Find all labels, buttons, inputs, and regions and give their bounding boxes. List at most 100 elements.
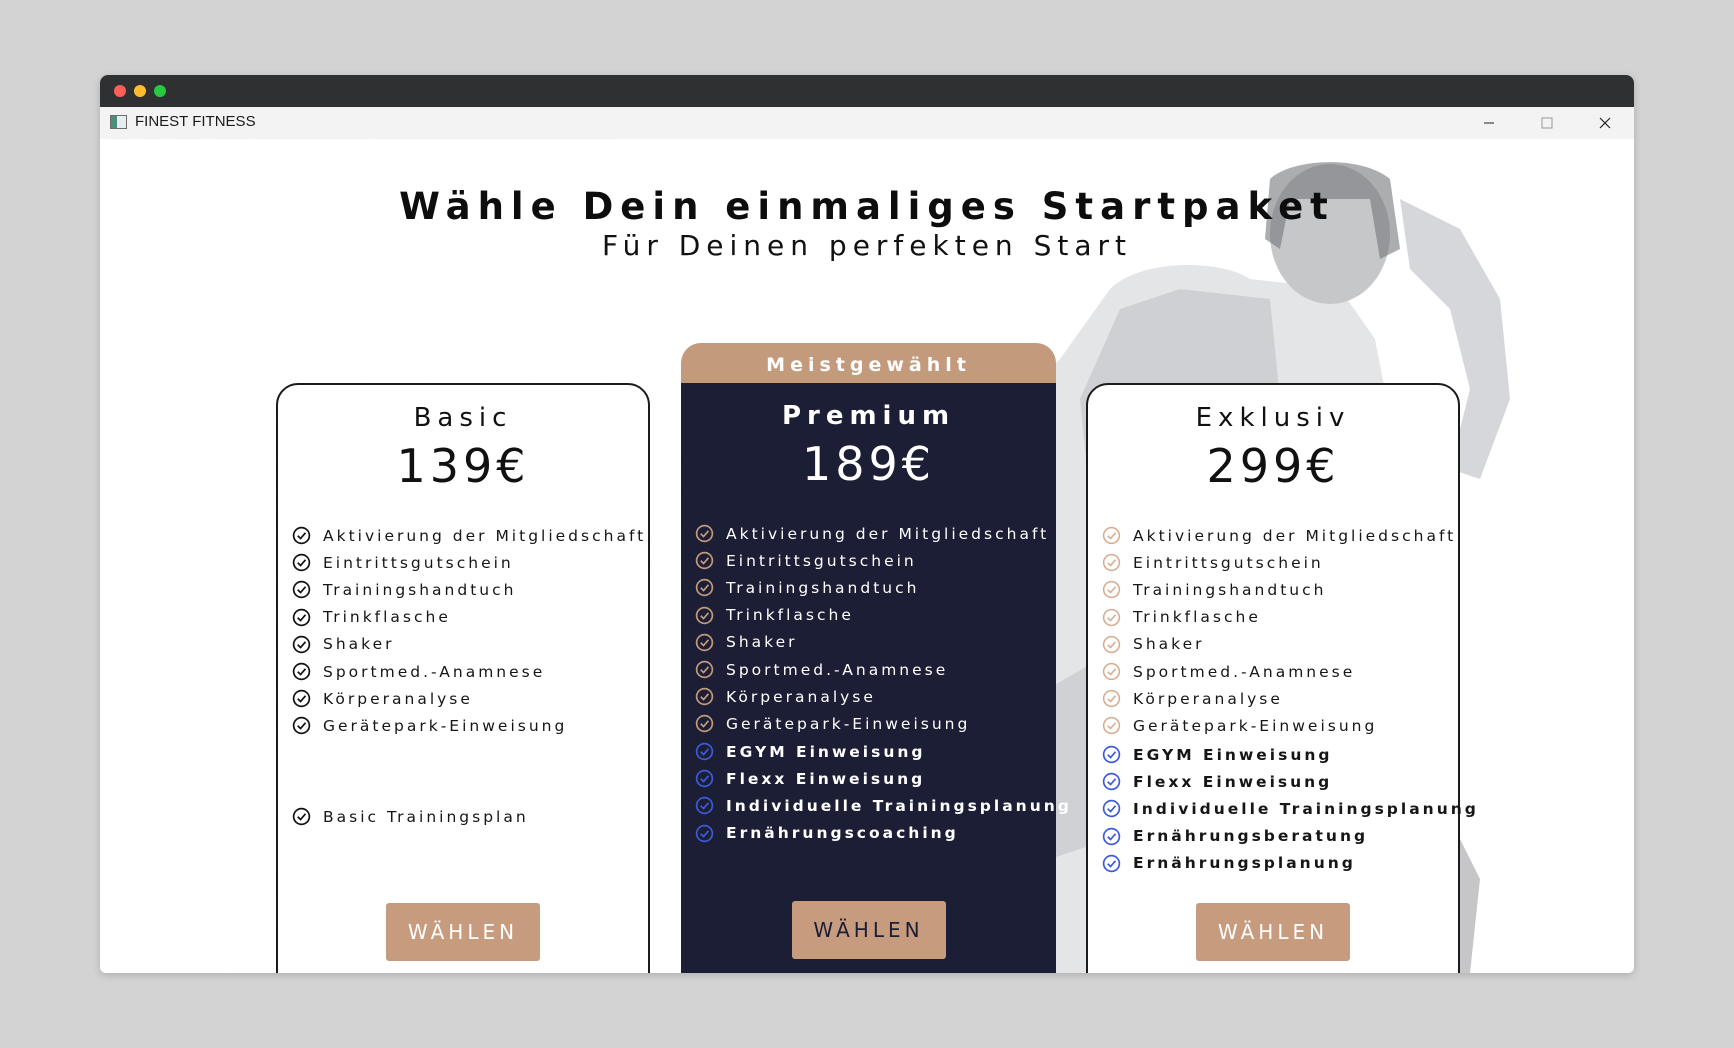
- feature-label: Aktivierung der Mitgliedschaft: [1133, 526, 1457, 545]
- check-circle-icon: [1102, 526, 1121, 545]
- window-title: FINEST FITNESS: [135, 113, 256, 130]
- check-circle-icon: [1102, 717, 1121, 735]
- feature-label: Ernährungsplanung: [1133, 854, 1356, 873]
- feature-label: Basic Trainingsplan: [323, 807, 529, 826]
- app-icon: [110, 115, 127, 129]
- mac-title-bar: [100, 75, 1634, 107]
- feature-label: Körperanalyse: [323, 689, 473, 708]
- most-chosen-badge: Meistgewählt: [681, 343, 1056, 385]
- feature-item: Eintrittsgutschein: [695, 547, 1049, 574]
- feature-item: Eintrittsgutschein: [1102, 549, 1456, 576]
- zoom-traffic-light[interactable]: [154, 85, 166, 97]
- check-circle-icon: [292, 526, 311, 545]
- check-circle-icon: [1102, 608, 1121, 626]
- feature-item: Gerätepark-Einweisung: [1102, 712, 1456, 739]
- feature-item: Gerätepark-Einweisung: [695, 710, 1049, 737]
- feature-label: Gerätepark-Einweisung: [323, 716, 568, 735]
- feature-label: Trinkflasche: [1133, 608, 1261, 627]
- feature-item: Aktivierung der Mitgliedschaft: [292, 522, 646, 549]
- check-circle-icon: [695, 770, 714, 788]
- feature-label: Shaker: [1133, 635, 1205, 654]
- check-circle-icon: [292, 689, 311, 708]
- check-circle-icon: [695, 633, 714, 652]
- feature-item: Trinkflasche: [695, 602, 1049, 629]
- check-circle-icon: [1102, 635, 1121, 653]
- extra-feature-list: EGYM Einweisung Flexx Einweisung Individ…: [695, 738, 1072, 847]
- feature-label: Gerätepark-Einweisung: [726, 714, 971, 733]
- check-circle-icon: [1102, 581, 1121, 599]
- plan-name: Premium: [781, 401, 956, 431]
- check-circle-icon: [1102, 854, 1121, 873]
- feature-label: Körperanalyse: [1133, 689, 1283, 708]
- choose-exklusiv-button[interactable]: WÄHLEN: [1196, 903, 1350, 961]
- check-circle-icon: [1102, 554, 1121, 572]
- feature-label: Sportmed.-Anamnese: [323, 662, 546, 681]
- check-circle-icon: [1102, 745, 1121, 764]
- check-circle-icon: [1102, 690, 1121, 708]
- feature-item: Flexx Einweisung: [695, 765, 1072, 792]
- feature-item: Gerätepark-Einweisung: [292, 712, 646, 739]
- feature-label: Flexx Einweisung: [1133, 772, 1333, 791]
- feature-item: Aktivierung der Mitgliedschaft: [1102, 522, 1456, 549]
- check-circle-icon: [695, 606, 714, 624]
- plan-price: 189€: [801, 437, 936, 491]
- feature-item: Sportmed.-Anamnese: [292, 658, 646, 685]
- minimize-traffic-light[interactable]: [134, 85, 146, 97]
- check-circle-icon: [695, 824, 714, 842]
- plan-card-premium: Premium 189€ Aktivierung der Mitgliedsch…: [681, 383, 1069, 973]
- feature-list: Aktivierung der Mitgliedschaft Eintritts…: [1102, 522, 1456, 740]
- feature-label: Trinkflasche: [726, 606, 854, 625]
- choose-basic-button[interactable]: WÄHLEN: [386, 903, 540, 961]
- check-circle-icon: [292, 635, 311, 654]
- feature-label: EGYM Einweisung: [1133, 745, 1333, 764]
- plan-price: 299€: [1206, 439, 1340, 493]
- check-circle-icon: [695, 660, 714, 679]
- feature-label: Aktivierung der Mitgliedschaft: [323, 526, 647, 545]
- check-circle-icon: [695, 687, 714, 706]
- check-circle-icon: [695, 715, 714, 733]
- close-traffic-light[interactable]: [114, 85, 126, 97]
- feature-item: Sportmed.-Anamnese: [695, 656, 1049, 683]
- feature-label: Aktivierung der Mitgliedschaft: [726, 524, 1050, 543]
- feature-item: Körperanalyse: [292, 685, 646, 712]
- feature-label: Shaker: [323, 635, 395, 654]
- check-circle-icon: [292, 554, 311, 572]
- choose-premium-button[interactable]: WÄHLEN: [791, 901, 946, 959]
- check-circle-icon: [292, 807, 311, 826]
- feature-item: Shaker: [695, 629, 1049, 656]
- feature-item: EGYM Einweisung: [695, 738, 1072, 765]
- feature-item: Trainingshandtuch: [292, 576, 646, 603]
- page-headline: Wähle Dein einmaliges Startpaket: [399, 185, 1335, 228]
- feature-label: Trinkflasche: [323, 608, 451, 627]
- plan-card-basic: Basic 139€ Aktivierung der Mitgliedschaf…: [276, 383, 650, 973]
- feature-label: Eintrittsgutschein: [726, 551, 917, 570]
- check-circle-icon: [695, 742, 714, 761]
- plan-name: Exklusiv: [1195, 403, 1351, 433]
- feature-item: EGYM Einweisung: [1102, 741, 1479, 768]
- feature-label: Eintrittsgutschein: [323, 553, 514, 572]
- maximize-icon: [1541, 117, 1553, 129]
- maximize-button[interactable]: [1518, 107, 1576, 139]
- page-content: Wähle Dein einmaliges Startpaket Für Dei…: [100, 139, 1634, 973]
- feature-item: Trainingshandtuch: [695, 574, 1049, 601]
- feature-label: Trainingshandtuch: [726, 578, 920, 597]
- feature-item: Ernährungsplanung: [1102, 850, 1479, 877]
- check-circle-icon: [1102, 773, 1121, 791]
- check-circle-icon: [695, 797, 714, 815]
- feature-item: Trinkflasche: [292, 604, 646, 631]
- feature-label: Ernährungscoaching: [726, 824, 959, 843]
- feature-label: Individuelle Trainingsplanung: [1133, 799, 1479, 818]
- feature-item: Trainingshandtuch: [1102, 576, 1456, 603]
- feature-item: Ernährungsberatung: [1102, 823, 1479, 850]
- feature-list: Aktivierung der Mitgliedschaft Eintritts…: [695, 520, 1049, 738]
- check-circle-icon: [292, 608, 311, 626]
- feature-item: Sportmed.-Anamnese: [1102, 658, 1456, 685]
- minimize-button[interactable]: [1460, 107, 1518, 139]
- close-button[interactable]: [1576, 107, 1634, 139]
- minimize-icon: [1484, 122, 1494, 124]
- window-titlebar: FINEST FITNESS: [100, 107, 1634, 139]
- check-circle-icon: [292, 581, 311, 599]
- check-circle-icon: [292, 662, 311, 681]
- check-circle-icon: [1102, 827, 1121, 845]
- feature-item: Basic Trainingsplan: [292, 803, 529, 830]
